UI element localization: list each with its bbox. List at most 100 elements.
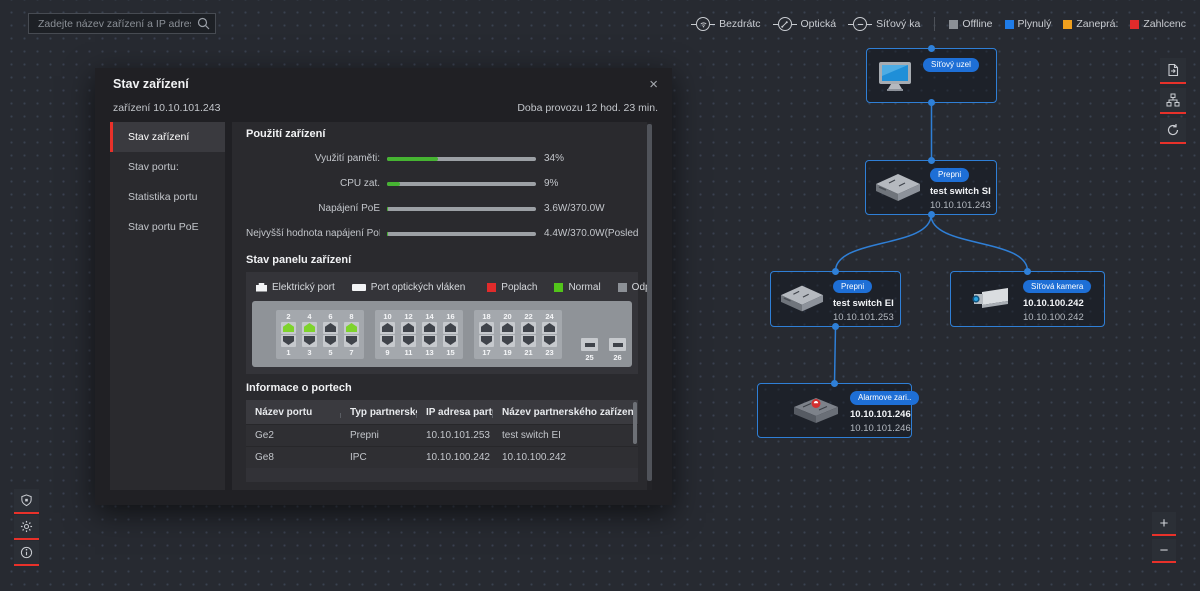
node-badge: Prepni [833,279,873,294]
port-19[interactable] [500,334,515,347]
zoom-in-button[interactable]: + [1152,512,1176,536]
port-22[interactable] [521,321,536,334]
table-cell: Ge2 [255,430,274,441]
topology-layout-button[interactable] [1160,88,1186,114]
port-13[interactable] [422,334,437,347]
node-ip: 10.10.100.242 [1023,311,1084,323]
table-row[interactable]: Ge2 Prepni 10.10.101.253 test switch EI [246,424,638,446]
port-14[interactable] [422,321,437,334]
optical-link-icon [772,17,797,31]
content-scrollbar[interactable] [647,122,652,490]
port-6[interactable] [323,321,338,334]
node-ip: 10.10.101.243 [930,200,991,211]
refresh-icon [1167,124,1179,136]
nav-item-port-status[interactable]: Stav portu: [110,152,225,182]
port-number: 3 [307,347,312,357]
optical-port-25[interactable] [581,338,598,351]
table-filler-row [246,468,638,482]
topology-node-switch-si[interactable]: Prepni test switch SI 10.10.101.243 [865,157,997,218]
legend-status-congested: Zahlcenc [1130,18,1186,30]
topology-node-alarm-device[interactable]: Alarmove zari.. 10.10.101.246 10.10.101.… [757,380,920,438]
export-report-button[interactable] [1160,58,1186,84]
zoom-controls: + − [1152,512,1176,563]
settings-button[interactable] [14,515,39,540]
node-ip: 10.10.101.246 [850,423,911,434]
table-cell: Ge8 [255,452,274,463]
status-color-swatch [1004,19,1014,29]
legend-divider [934,17,936,31]
node-name: 10.10.101.246 [850,409,911,420]
table-cell: test switch EI [502,430,561,441]
device-label: zařízení 10.10.101.243 [113,102,221,114]
port-7[interactable] [344,334,359,347]
zoom-out-button[interactable]: − [1152,539,1176,563]
network-cable-icon [848,17,873,31]
port-24[interactable] [542,321,557,334]
security-button[interactable] [14,489,39,514]
table-cell: IPC [350,452,367,463]
column-header: Název partnerského zařízení [502,406,637,418]
port-23[interactable] [542,334,557,347]
device-panel-box: Elektrický port Port optických vláken Po… [246,272,652,374]
port-group-1: 21436587 [276,309,364,359]
port-21[interactable] [521,334,536,347]
port-column: 65 [323,312,338,357]
table-cell: 10.10.101.253 [426,430,490,441]
port-5[interactable] [323,334,338,347]
port-number: 8 [349,311,354,321]
table-cell: 10.10.100.242 [502,452,566,463]
topology-node-network-hub[interactable]: Síťový uzel [866,45,997,106]
node-badge: Síťová kamera [1023,279,1092,294]
port-column: 25 [581,338,598,362]
section-title-panel: Stav panelu zařízení [246,254,352,266]
optical-port-26[interactable] [609,338,626,351]
port-number: 11 [404,347,413,357]
topology-node-switch-ei[interactable]: Prepni test switch EI 10.10.101.253 [770,268,901,330]
nav-item-poe-port-status[interactable]: Stav portu PoE [110,212,225,242]
port-number: 26 [613,353,622,362]
legend-electrical-port: Elektrický port [256,282,335,293]
port-18[interactable] [479,321,494,334]
port-12[interactable] [401,321,416,334]
table-row[interactable]: Ge8 IPC 10.10.100.242 10.10.100.242 [246,446,638,468]
port-number: 1 [286,347,291,357]
port-2[interactable] [281,321,296,334]
legend-optical-link: Optická [772,17,836,31]
legend-label: Bezdrátc [719,18,761,30]
port-16[interactable] [443,321,458,334]
status-color-swatch [1130,19,1140,29]
topology-node-camera[interactable]: Síťová kamera 10.10.100.242 10.10.100.24… [950,268,1105,327]
port-1[interactable] [281,334,296,347]
port-column: 21 [281,312,296,357]
switch-icon [780,284,824,314]
search-input[interactable] [29,17,197,30]
node-name: 10.10.100.242 [1023,297,1084,309]
port-column: 12 11 [401,312,416,357]
uptime-label: Doba provozu 12 hod. 23 min. [517,102,658,114]
port-number: 24 [545,311,554,321]
port-17[interactable] [479,334,494,347]
info-button[interactable] [14,541,39,566]
close-icon[interactable]: × [649,77,658,92]
cpu-usage-bar [387,181,536,186]
search-icon[interactable] [197,17,215,30]
node-badge: Prepni [930,168,970,182]
port-number: 20 [503,311,512,321]
port-3[interactable] [302,334,317,347]
refresh-button[interactable] [1160,118,1186,144]
nav-item-port-statistics[interactable]: Statistika portu [110,182,225,212]
port-9[interactable] [380,334,395,347]
nav-item-device-status[interactable]: Stav zařízení [110,122,225,152]
modal-title: Stav zařízení [113,77,189,91]
port-4[interactable] [302,321,317,334]
port-8[interactable] [344,321,359,334]
port-number: 13 [425,347,434,357]
port-15[interactable] [443,334,458,347]
network-topology-app: Bezdrátc Optická Síťový ka Offline [0,0,1200,591]
port-11[interactable] [401,334,416,347]
port-10[interactable] [380,321,395,334]
topology-layout-icon [1166,93,1180,107]
table-scrollbar[interactable] [633,402,637,444]
disconnected-color-swatch [617,282,627,292]
port-20[interactable] [500,321,515,334]
